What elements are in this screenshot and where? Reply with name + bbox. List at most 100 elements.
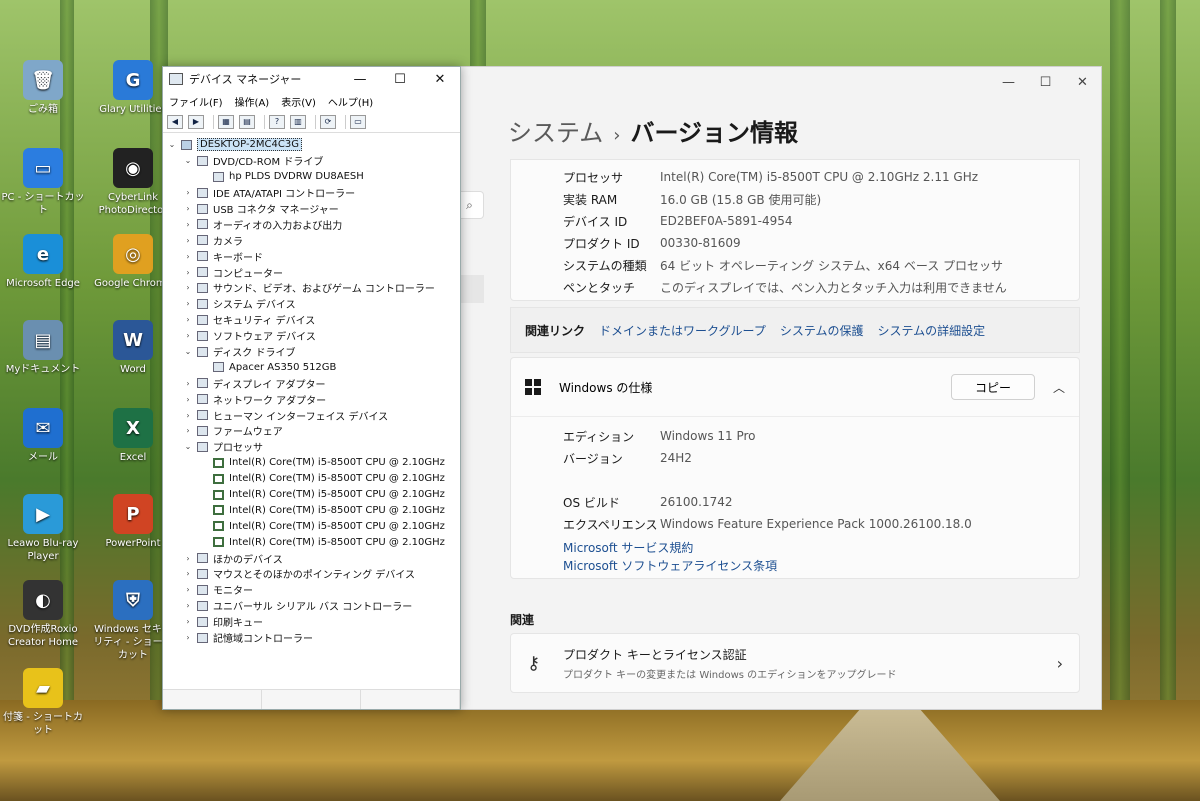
tree-node[interactable]: › ほかのデバイス [167,550,460,566]
breadcrumb-parent[interactable]: システム [508,119,603,147]
scan-hardware-icon[interactable]: ⟳ [320,114,336,129]
desktop-icon[interactable]: ▰ 付箋 - ショートカット [0,668,86,737]
desktop-icon[interactable]: ✉ メール [0,408,86,464]
tree-node[interactable]: ⌄ DVD/CD-ROM ドライブ [167,153,460,169]
expand-toggle-icon[interactable]: ⌄ [183,156,193,165]
tree-node-label: キーボード [213,252,263,264]
expand-toggle-icon[interactable]: › [183,395,193,404]
expand-toggle-icon[interactable]: › [183,569,193,578]
device-specs-card: プロセッサ Intel(R) Core(TM) i5-8500T CPU @ 2.… [510,159,1080,301]
expand-toggle-icon[interactable]: › [183,188,193,197]
maximize-icon[interactable]: ☐ [1027,75,1064,90]
tree-node[interactable]: ⌄ ディスク ドライブ [167,344,460,360]
copy-button[interactable]: コピー [951,374,1035,400]
maximize-icon[interactable]: ☐ [380,72,420,87]
tree-node[interactable]: Intel(R) Core(TM) i5-8500T CPU @ 2.10GHz [167,487,460,503]
tree-node[interactable]: ⌄ DESKTOP-2MC4C3G [167,137,460,153]
chevron-up-icon[interactable]: ︿ [1035,379,1065,396]
tree-node[interactable]: › ディスプレイ アダプター [167,375,460,391]
expand-toggle-icon[interactable]: › [183,252,193,261]
expand-toggle-icon[interactable]: ⌄ [167,140,177,149]
expand-toggle-icon[interactable]: › [183,331,193,340]
expand-toggle-icon[interactable]: › [183,617,193,626]
desktop-icon[interactable]: ▶ Leawo Blu-ray Player [0,494,86,563]
tree-node[interactable]: › セキュリティ デバイス [167,312,460,328]
expand-toggle-icon[interactable]: ⌄ [183,442,193,451]
expand-toggle-icon[interactable]: › [183,601,193,610]
tree-node[interactable]: Intel(R) Core(TM) i5-8500T CPU @ 2.10GHz [167,471,460,487]
expand-toggle-icon[interactable]: › [183,299,193,308]
tree-node[interactable]: › サウンド、ビデオ、およびゲーム コントローラー [167,280,460,296]
desktop-icon[interactable]: ◐ DVD作成Roxio Creator Home [0,580,86,649]
desktop-icon[interactable]: ▭ PC - ショートカット [0,148,86,217]
tree-node[interactable]: › キーボード [167,248,460,264]
tree-node[interactable]: › モニター [167,582,460,598]
tree-node[interactable]: › コンピューター [167,264,460,280]
tree-node[interactable]: › ヒューマン インターフェイス デバイス [167,407,460,423]
related-link[interactable]: ドメインまたはワークグループ [599,324,766,338]
windows-spec-header[interactable]: Windows の仕様 コピー ︿ [511,358,1079,416]
tree-node[interactable]: Intel(R) Core(TM) i5-8500T CPU @ 2.10GHz [167,502,460,518]
tree-node[interactable]: › 記憶域コントローラー [167,630,460,646]
close-icon[interactable]: ✕ [1064,75,1101,90]
tree-node[interactable]: › USB コネクタ マネージャー [167,201,460,217]
app-icon: ▰ [23,668,63,708]
tree-node[interactable]: › オーディオの入力および出力 [167,216,460,232]
details-icon[interactable]: ▥ [290,114,306,129]
desktop-icon[interactable]: e Microsoft Edge [0,234,86,290]
tree-node[interactable]: › IDE ATA/ATAPI コントローラー [167,185,460,201]
expand-toggle-icon[interactable]: ⌄ [183,347,193,356]
tree-node[interactable]: › 印刷キュー [167,614,460,630]
tree-node[interactable]: hp PLDS DVDRW DU8AESH [167,169,460,185]
desktop-icon[interactable]: ▤ Myドキュメント [0,320,86,376]
tree-node[interactable]: › ファームウェア [167,423,460,439]
expand-toggle-icon[interactable]: › [183,204,193,213]
license-link[interactable]: Microsoft サービス規約 [563,539,1079,557]
tree-node[interactable]: Intel(R) Core(TM) i5-8500T CPU @ 2.10GHz [167,455,460,471]
expand-toggle-icon[interactable]: › [183,633,193,642]
tree-node[interactable]: › ソフトウェア デバイス [167,328,460,344]
related-link[interactable]: システムの保護 [780,324,864,338]
monitor-icon[interactable]: ▭ [350,114,366,129]
expand-toggle-icon[interactable]: › [183,268,193,277]
tree-node[interactable]: › カメラ [167,232,460,248]
expand-toggle-icon[interactable]: › [183,411,193,420]
close-icon[interactable]: ✕ [420,72,460,87]
menu-item[interactable]: 表示(V) [281,94,316,109]
expand-toggle-icon[interactable]: › [183,426,193,435]
back-arrow-icon[interactable]: ◀ [167,114,183,129]
license-link[interactable]: Microsoft ソフトウェアライセンス条項 [563,557,1079,575]
tree-node[interactable]: › マウスとそのほかのポインティング デバイス [167,566,460,582]
tree-node[interactable]: Apacer AS350 512GB [167,359,460,375]
menu-item[interactable]: ファイル(F) [169,94,223,109]
processor-icon [213,473,224,484]
desktop-icon[interactable]: 🗑 ごみ箱 [0,60,86,116]
related-link[interactable]: システムの詳細設定 [877,324,985,338]
expand-toggle-icon[interactable]: › [183,236,193,245]
expand-toggle-icon[interactable]: › [183,585,193,594]
forward-arrow-icon[interactable]: ▶ [188,114,204,129]
expand-toggle-icon[interactable]: › [183,379,193,388]
expand-toggle-icon[interactable]: › [183,315,193,324]
tree-node[interactable]: ⌄ プロセッサ [167,439,460,455]
product-key-card[interactable]: ⚷ プロダクト キーとライセンス認証 プロダクト キーの変更または Window… [510,633,1080,693]
menu-item[interactable]: 操作(A) [235,94,270,109]
tree-node[interactable]: Intel(R) Core(TM) i5-8500T CPU @ 2.10GHz [167,518,460,534]
minimize-icon[interactable]: — [340,72,380,87]
tree-node-label: Intel(R) Core(TM) i5-8500T CPU @ 2.10GHz [229,473,445,485]
tree-node[interactable]: › ネットワーク アダプター [167,391,460,407]
tree-node[interactable]: › ユニバーサル シリアル バス コントローラー [167,598,460,614]
properties-icon[interactable]: ▦ [218,114,234,129]
expand-toggle-icon[interactable]: › [183,220,193,229]
expand-toggle-icon[interactable]: › [183,283,193,292]
tree-node[interactable]: Intel(R) Core(TM) i5-8500T CPU @ 2.10GHz [167,534,460,550]
minimize-icon[interactable]: — [990,75,1027,90]
list-view-icon[interactable]: ▤ [239,114,255,129]
tree-node[interactable]: › システム デバイス [167,296,460,312]
app-icon: X [113,408,153,448]
app-icon: ▶ [23,494,63,534]
help-icon[interactable]: ? [269,114,285,129]
expand-toggle-icon[interactable]: › [183,554,193,563]
menu-item[interactable]: ヘルプ(H) [328,94,373,109]
devmgr-menubar: ファイル(F) 操作(A) 表示(V) ヘルプ(H) [163,91,460,111]
